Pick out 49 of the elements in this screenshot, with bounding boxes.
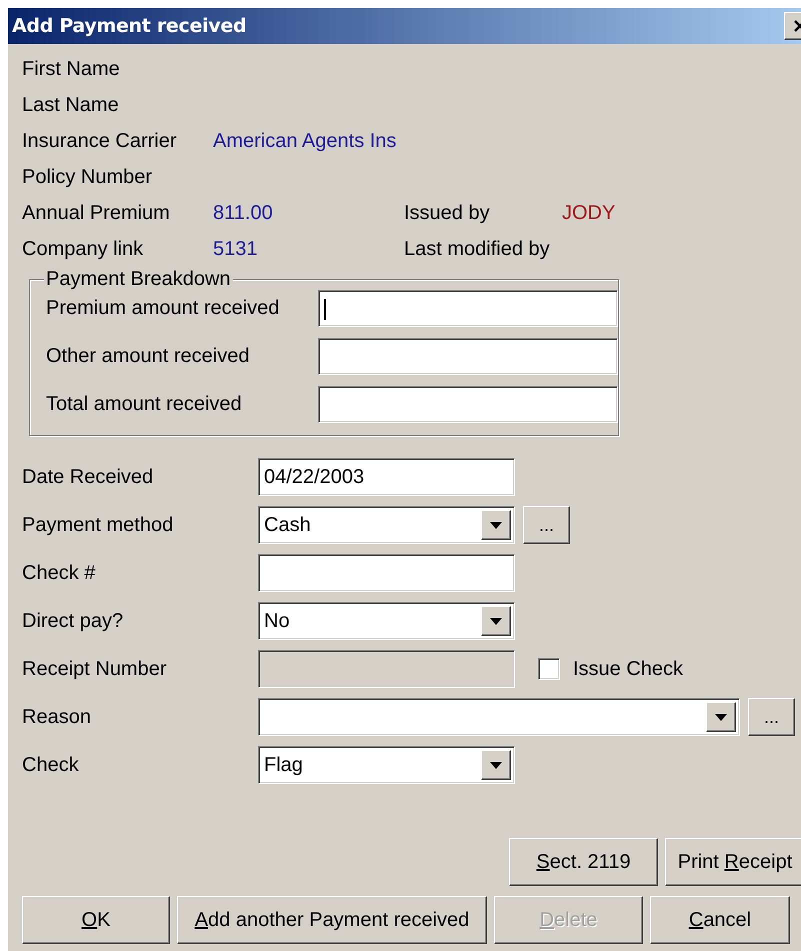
input-field[interactable] — [258, 554, 515, 592]
group-title: Payment Breakdown — [44, 268, 233, 290]
info-label: First Name — [22, 58, 121, 80]
window-title: Add Payment received — [11, 15, 246, 37]
field-label: Payment method — [22, 514, 174, 536]
dropdown-arrow-icon — [490, 522, 502, 528]
info-value: 811.00 — [213, 202, 274, 224]
field-label: Total amount received — [46, 392, 243, 416]
field-label: Check — [22, 754, 80, 776]
info-value: JODY — [562, 202, 616, 224]
field-label: Check # — [22, 562, 96, 584]
info-label: Insurance Carrier — [22, 130, 178, 152]
info-label: Policy Number — [22, 166, 154, 188]
dropdown-arrow-icon — [490, 762, 502, 768]
dialog-button[interactable]: Print Receipt — [665, 838, 801, 886]
info-value: 5131 — [213, 238, 258, 260]
dropdown[interactable] — [258, 698, 740, 736]
info-value: American Agents Ins — [213, 130, 398, 152]
dropdown[interactable]: Flag — [258, 746, 515, 784]
dropdown[interactable]: Cash — [258, 506, 515, 544]
field-value: 04/22/2003 — [264, 465, 364, 489]
input-field[interactable] — [318, 338, 618, 374]
info-label: Last modified by — [404, 238, 551, 260]
dialog-button[interactable]: OK — [22, 896, 170, 944]
info-label: Company link — [22, 238, 144, 260]
input-field[interactable] — [318, 386, 618, 422]
field-label: Reason — [22, 706, 92, 728]
browse-button[interactable]: ... — [748, 698, 795, 736]
dropdown-arrow-icon — [490, 618, 502, 624]
browse-button[interactable]: ... — [523, 506, 570, 544]
field-label: Other amount received — [46, 344, 250, 368]
info-label: Annual Premium — [22, 202, 171, 224]
input-field[interactable]: 04/22/2003 — [258, 458, 515, 496]
input-field[interactable] — [318, 290, 618, 326]
dialog-button[interactable]: Cancel — [650, 896, 790, 944]
dialog-button[interactable]: Sect. 2119 — [509, 838, 658, 886]
field-label: Direct pay? — [22, 610, 124, 632]
field-value: Flag — [264, 753, 303, 777]
dropdown[interactable]: No — [258, 602, 515, 640]
field-label: Receipt Number — [22, 658, 168, 680]
info-label: Issued by — [404, 202, 491, 224]
dialog-button[interactable]: Add another Payment received — [177, 896, 487, 944]
field-value: No — [264, 609, 290, 633]
dropdown-arrow-icon — [715, 714, 727, 720]
field-label: Date Received — [22, 466, 154, 488]
field-label: Premium amount received — [46, 296, 280, 320]
info-label: Last Name — [22, 94, 120, 116]
checkbox-label: Issue Check — [573, 658, 684, 680]
field-value: Cash — [264, 513, 311, 537]
